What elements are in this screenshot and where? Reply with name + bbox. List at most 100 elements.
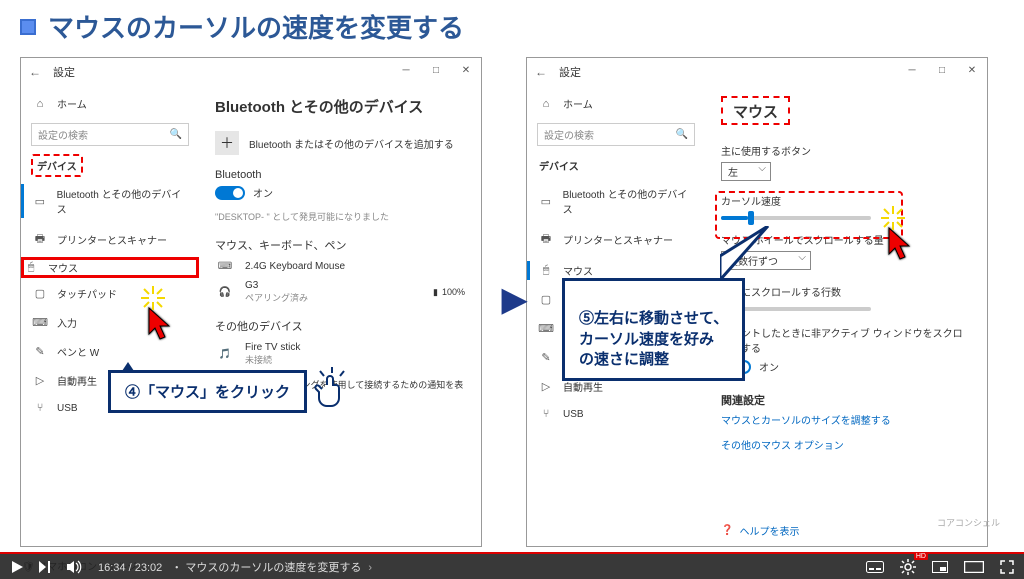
sidebar-label: 入力: [57, 315, 77, 330]
device-firetv[interactable]: 🎵 Fire TV stick 未接続: [215, 342, 465, 366]
bluetooth-icon: ▭: [33, 195, 47, 208]
maximize-button[interactable]: □: [421, 58, 451, 82]
link-cursor-size[interactable]: マウスとカーソルのサイズを調整する: [721, 412, 971, 427]
device-keyboard[interactable]: ⌨ 2.4G Keyboard Mouse: [215, 261, 465, 272]
callout-tail-icon: [720, 226, 770, 286]
home-item[interactable]: ⌂ ホーム: [527, 90, 705, 117]
main-pane-mouse: マウス 主に使用するボタン 左 カーソル速度 マウス ホイールでスクロールする量…: [705, 86, 987, 546]
sidebar-label: マウス: [563, 263, 593, 278]
callout-text: ⑤左右に移動させて、 カーソル速度を好み の速さに調整: [579, 310, 728, 368]
device-status: ペアリング済み: [245, 291, 308, 304]
window-title: 設定: [53, 64, 75, 80]
lines-label: 一度にスクロールする行数: [721, 284, 971, 299]
add-device-button[interactable]: ＋ Bluetooth またはその他のデバイスを追加する: [215, 131, 465, 155]
device-paired[interactable]: 🎧 G3 ペアリング済み ▮ 100%: [215, 280, 465, 304]
discoverable-text: "DESKTOP- " として発見可能になりました: [215, 210, 465, 223]
tap-hand-icon: [310, 365, 354, 419]
inactive-scroll-state: オン: [759, 359, 779, 374]
keyboard-icon: ⌨: [539, 322, 553, 335]
mouse-icon: 🖱: [24, 261, 38, 274]
device-name: G3: [245, 280, 308, 291]
usb-icon: ⑂: [539, 408, 553, 420]
main-pane: Bluetooth とその他のデバイス ＋ Bluetooth またはその他のデ…: [199, 86, 481, 546]
minimize-button[interactable]: ─: [897, 58, 927, 82]
devices-section-highlighted: デバイス: [31, 154, 83, 177]
slide-title: マウスのカーソルの速度を変更する: [48, 8, 464, 45]
search-icon: 🔍: [170, 129, 182, 140]
device-name: Fire TV stick: [245, 342, 300, 353]
sparkle-icon: [141, 286, 165, 313]
sidebar-label: USB: [57, 403, 78, 414]
battery-percent: 100%: [442, 287, 465, 297]
autoplay-icon: ▷: [33, 374, 47, 387]
primary-button-label: 主に使用するボタン: [721, 143, 971, 158]
sidebar-label: プリンターとスキャナー: [57, 232, 167, 247]
theater-button[interactable]: [964, 561, 984, 573]
sidebar-item-mouse-highlighted[interactable]: 🖱 マウス: [21, 257, 199, 278]
sidebar-item-touchpad[interactable]: ▢ タッチパッド: [21, 279, 199, 308]
help-icon: ❓: [721, 525, 733, 536]
sidebar-item-bluetooth[interactable]: ▭ Bluetooth とその他のデバイス: [21, 179, 199, 223]
media-icon: 🎵: [215, 349, 235, 360]
next-button[interactable]: [38, 560, 52, 574]
sidebar-label: 自動再生: [57, 373, 97, 388]
home-label: ホーム: [563, 96, 593, 111]
battery-status: ▮ 100%: [433, 287, 465, 298]
minimize-button[interactable]: ─: [391, 58, 421, 82]
pen-icon: ✎: [33, 345, 47, 358]
link-other-mouse[interactable]: その他のマウス オプション: [721, 437, 971, 452]
sidebar-label: プリンターとスキャナー: [563, 232, 673, 247]
help-link[interactable]: ❓ ヘルプを表示: [721, 523, 799, 538]
settings-button[interactable]: [900, 559, 916, 575]
callout-step4: ④「マウス」をクリック: [108, 370, 307, 413]
video-time: 16:34 / 23:02 ・ マウスのカーソルの速度を変更する ›: [98, 559, 372, 575]
search-input[interactable]: 設定の検索 🔍: [31, 123, 189, 146]
bluetooth-toggle[interactable]: [215, 186, 245, 200]
close-button[interactable]: ✕: [451, 58, 481, 82]
chevron-right-icon: ▶: [502, 280, 527, 318]
close-button[interactable]: ✕: [957, 58, 987, 82]
touchpad-icon: ▢: [33, 287, 47, 300]
sidebar-label: USB: [563, 409, 584, 420]
fullscreen-button[interactable]: [1000, 560, 1014, 574]
miniplayer-button[interactable]: [932, 561, 948, 573]
keyboard-icon: ⌨: [215, 261, 235, 272]
usb-icon: ⑂: [33, 402, 47, 414]
plus-icon: ＋: [215, 131, 239, 155]
sidebar-item-printer[interactable]: 🖶 プリンターとスキャナー: [527, 223, 705, 256]
subtitles-button[interactable]: [866, 561, 884, 573]
callout-text: ④「マウス」をクリック: [125, 384, 290, 401]
maximize-button[interactable]: □: [927, 58, 957, 82]
sidebar-label-pen-truncated: ペンと W: [57, 344, 99, 359]
sidebar-label: マウス: [48, 260, 78, 275]
home-icon: ⌂: [33, 98, 47, 110]
pane-heading-highlighted: マウス: [721, 96, 790, 125]
primary-button-select[interactable]: 左: [721, 162, 771, 181]
device-name: 2.4G Keyboard Mouse: [245, 261, 345, 272]
chapter-title[interactable]: ・ マウスのカーソルの速度を変更する: [171, 562, 361, 574]
search-input[interactable]: 設定の検索 🔍: [537, 123, 695, 146]
inactive-scroll-label: ポイントしたときに非アクティブ ウィンドウをスクロールする: [721, 325, 971, 355]
chevron-right-icon: ›: [368, 562, 372, 574]
related-settings-head: 関連設定: [721, 392, 971, 408]
home-item[interactable]: ⌂ ホーム: [21, 90, 199, 117]
touchpad-icon: ▢: [539, 293, 553, 306]
bluetooth-state: オン: [253, 185, 273, 200]
sidebar-item-printer[interactable]: 🖶 プリンターとスキャナー: [21, 223, 199, 256]
other-subhead: その他のデバイス: [215, 318, 465, 334]
bluetooth-subhead: Bluetooth: [215, 169, 465, 181]
help-label: ヘルプを表示: [739, 523, 799, 538]
play-button[interactable]: [10, 560, 24, 574]
back-button[interactable]: ←: [29, 65, 41, 79]
sparkle-icon: [881, 206, 905, 233]
mouse-icon: 🖱: [539, 264, 553, 277]
watermark-text: コアコンシェル: [937, 516, 1000, 529]
sidebar-item-bluetooth[interactable]: ▭ Bluetooth とその他のデバイス: [527, 179, 705, 223]
sidebar-label: 自動再生: [563, 379, 603, 394]
volume-button[interactable]: [66, 560, 84, 574]
sidebar-item-usb[interactable]: ⑂ USB: [527, 401, 705, 427]
autoplay-icon: ▷: [539, 380, 553, 393]
sidebar-label: Bluetooth とその他のデバイス: [57, 186, 187, 216]
back-button[interactable]: ←: [535, 65, 547, 79]
printer-icon: 🖶: [539, 230, 553, 249]
